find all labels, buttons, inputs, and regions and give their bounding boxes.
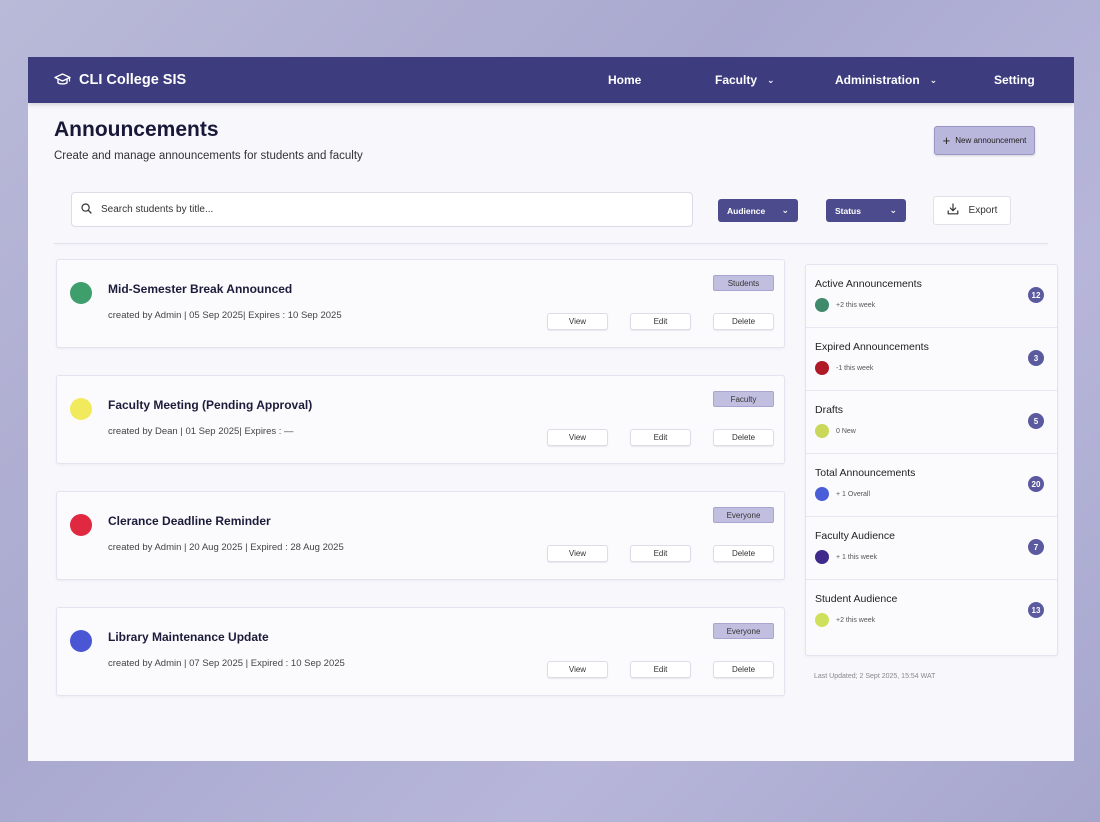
edit-button[interactable]: Edit	[630, 313, 691, 330]
announcement-title: Clerance Deadline Reminder	[108, 514, 271, 528]
brand[interactable]: CLI College SIS	[54, 72, 186, 88]
divider	[54, 243, 1048, 244]
delete-button[interactable]: Delete	[713, 313, 774, 330]
status-dot	[70, 282, 92, 304]
stat-count-badge: 3	[1028, 350, 1044, 366]
stat-label: Drafts	[815, 404, 844, 416]
chevron-down-icon: ⌄	[781, 205, 789, 215]
announcement-title: Faculty Meeting (Pending Approval)	[108, 398, 313, 412]
nav-setting[interactable]: Setting	[994, 57, 1035, 103]
status-dot	[70, 630, 92, 652]
nav-faculty-label: Faculty	[715, 73, 758, 87]
announcement-card: Mid-Semester Break Announced created by …	[56, 259, 785, 348]
view-button[interactable]: View	[547, 661, 608, 678]
chevron-down-icon: ⌄	[929, 74, 938, 85]
chevron-down-icon: ⌄	[767, 74, 775, 85]
announcement-meta: created by Admin | 07 Sep 2025 | Expired…	[108, 658, 345, 669]
stat-label: Faculty Audience	[815, 530, 895, 542]
stat-faculty-audience: Faculty Audience + 1 this week 7	[806, 517, 1057, 580]
stat-label: Total Announcements	[815, 467, 916, 479]
stat-dot	[815, 298, 829, 312]
app-window: CLI College SIS Home Faculty ⌄ Administr…	[28, 57, 1074, 761]
stat-count-badge: 5	[1028, 413, 1044, 429]
announcement-card: Clerance Deadline Reminder created by Ad…	[56, 491, 785, 580]
status-dot	[70, 514, 92, 536]
edit-button[interactable]: Edit	[630, 661, 691, 678]
stat-student-audience: Student Audience +2 this week 13	[806, 580, 1057, 643]
nav-faculty[interactable]: Faculty ⌄	[715, 57, 775, 103]
top-navbar: CLI College SIS Home Faculty ⌄ Administr…	[28, 57, 1074, 103]
delete-button[interactable]: Delete	[713, 545, 774, 562]
new-announcement-label: New announcement	[955, 136, 1027, 145]
nav-administration-label: Administration	[835, 73, 920, 87]
stats-panel: Active Announcements +2 this week 12 Exp…	[805, 264, 1058, 656]
last-updated-text: Last Updated; 2 Sept 2025, 15:54 WAT	[814, 673, 936, 680]
download-icon	[947, 203, 959, 218]
stat-label: Student Audience	[815, 593, 898, 605]
stat-count-badge: 12	[1028, 287, 1044, 303]
announcement-card: Faculty Meeting (Pending Approval) creat…	[56, 375, 785, 464]
delete-button[interactable]: Delete	[713, 429, 774, 446]
graduation-cap-icon	[54, 73, 71, 87]
status-dropdown-label: Status	[835, 205, 861, 216]
stat-note: 0 New	[836, 428, 856, 435]
search-icon	[81, 201, 92, 219]
announcement-meta: created by Dean | 01 Sep 2025| Expires :…	[108, 426, 294, 437]
chevron-down-icon: ⌄	[889, 205, 897, 215]
status-dropdown[interactable]: Status ⌄	[826, 199, 906, 222]
search-box[interactable]	[71, 192, 693, 227]
page-title: Announcements	[54, 118, 219, 141]
stat-drafts: Drafts 0 New 5	[806, 391, 1057, 454]
stat-total-announcements: Total Announcements + 1 Overall 20	[806, 454, 1057, 517]
stat-note: -1 this week	[836, 365, 874, 372]
new-announcement-button[interactable]: + New announcement	[934, 126, 1035, 155]
nav-home-label: Home	[608, 73, 642, 87]
announcement-card: Library Maintenance Update created by Ad…	[56, 607, 785, 696]
stat-expired-announcements: Expired Announcements -1 this week 3	[806, 328, 1057, 391]
stat-dot	[815, 550, 829, 564]
view-button[interactable]: View	[547, 313, 608, 330]
announcement-title: Library Maintenance Update	[108, 630, 269, 644]
nav-administration[interactable]: Administration ⌄	[835, 57, 937, 103]
stat-note: +2 this week	[836, 617, 876, 624]
view-button[interactable]: View	[547, 429, 608, 446]
delete-button[interactable]: Delete	[713, 661, 774, 678]
export-button[interactable]: Export	[933, 196, 1011, 225]
stat-dot	[815, 487, 829, 501]
stat-note: +2 this week	[836, 302, 876, 309]
audience-badge: Students	[713, 275, 774, 291]
announcement-meta: created by Admin | 20 Aug 2025 | Expired…	[108, 542, 344, 553]
stat-active-announcements: Active Announcements +2 this week 12	[806, 265, 1057, 328]
stat-dot	[815, 424, 829, 438]
app-title: CLI College SIS	[79, 72, 187, 88]
stat-dot	[815, 613, 829, 627]
edit-button[interactable]: Edit	[630, 545, 691, 562]
page-subtitle: Create and manage announcements for stud…	[54, 150, 363, 162]
stat-count-badge: 7	[1028, 539, 1044, 555]
audience-dropdown-label: Audience	[727, 205, 766, 216]
nav-home[interactable]: Home	[608, 57, 641, 103]
audience-badge: Faculty	[713, 391, 774, 407]
plus-icon: +	[942, 133, 951, 148]
stat-label: Active Announcements	[815, 278, 922, 290]
nav-setting-label: Setting	[994, 73, 1035, 87]
announcement-meta: created by Admin | 05 Sep 2025| Expires …	[108, 310, 342, 321]
stat-note: + 1 Overall	[836, 491, 871, 498]
audience-badge: Everyone	[713, 623, 774, 639]
edit-button[interactable]: Edit	[630, 429, 691, 446]
export-label: Export	[968, 205, 998, 216]
stat-label: Expired Announcements	[815, 341, 929, 353]
announcement-title: Mid-Semester Break Announced	[108, 282, 293, 296]
stat-count-badge: 20	[1028, 476, 1044, 492]
status-dot	[70, 398, 92, 420]
stat-dot	[815, 361, 829, 375]
view-button[interactable]: View	[547, 545, 608, 562]
search-input[interactable]	[101, 204, 661, 215]
audience-badge: Everyone	[713, 507, 774, 523]
audience-dropdown[interactable]: Audience ⌄	[718, 199, 798, 222]
stat-count-badge: 13	[1028, 602, 1044, 618]
stat-note: + 1 this week	[836, 554, 878, 561]
